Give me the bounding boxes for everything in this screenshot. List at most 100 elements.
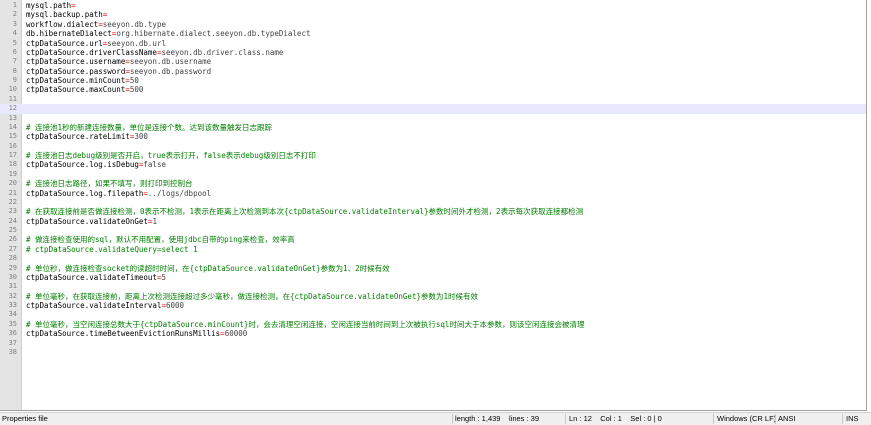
property-key: ctpDataSource.log.isDebug: [26, 160, 139, 170]
line-content: # 单位毫秒，当空闲连接总数大于{ctpDataSource.minCount}…: [26, 320, 584, 329]
code-line[interactable]: 37: [0, 339, 866, 348]
code-line[interactable]: 35 # 单位毫秒，当空闲连接总数大于{ctpDataSource.minCoun…: [0, 320, 866, 329]
property-key: ctpDataSource.username: [26, 57, 126, 67]
code-line[interactable]: 36 ctpDataSource.timeBetweenEvictionRunsM…: [0, 329, 866, 338]
code-line[interactable]: 3 workflow.dialect=seeyon.db.type: [0, 20, 866, 29]
code-line[interactable]: 34: [0, 310, 866, 319]
comment-text: # 做连接检查使用的sql，默认不用配置，使用jdbc自带的ping来检查，效率…: [26, 235, 295, 245]
line-number: 26: [8, 235, 17, 244]
code-line[interactable]: 22: [0, 198, 866, 207]
code-line[interactable]: 27 # ctpDataSource.validateQuery=select 1: [0, 245, 866, 254]
line-content: mysql.backup.path=: [26, 10, 107, 19]
code-line[interactable]: 32 # 单位毫秒，在获取连接前，距离上次检测连接超过多少毫秒，做连接检测，在{c…: [0, 292, 866, 301]
line-content: # 单位毫秒，在获取连接前，距离上次检测连接超过多少毫秒，做连接检测，在{ctp…: [26, 292, 478, 301]
line-number: 29: [8, 263, 17, 272]
line-content: ctpDataSource.minCount=50: [26, 76, 139, 85]
code-line[interactable]: 26 # 做连接检查使用的sql，默认不用配置，使用jdbc自带的ping来检查，…: [0, 235, 866, 244]
code-line[interactable]: 18 ctpDataSource.log.isDebug=false: [0, 160, 866, 169]
code-line[interactable]: 8 ctpDataSource.password=seeyon.db.passwo…: [0, 67, 866, 76]
code-line[interactable]: 17 # 连接池日志debug级别是否开启，true表示打开，false表示deb…: [0, 151, 866, 160]
lines-info: lines : 39: [509, 414, 540, 423]
comment-text: # 连接池日志路径，如果不填写，则打印到控制台: [26, 179, 193, 189]
line-number: 28: [8, 254, 17, 263]
code-line[interactable]: 31: [0, 282, 866, 291]
code-line[interactable]: 29 # 单位秒，做连接检查socket的读超时时间，在{ctpDataSourc…: [0, 264, 866, 273]
property-value: seeyon.db.password: [129, 66, 212, 76]
line-number: 16: [8, 141, 17, 150]
line-content: ctpDataSource.maxCount=500: [26, 85, 143, 94]
code-line[interactable]: 1 mysql.path=: [0, 1, 866, 10]
line-number: 31: [8, 282, 17, 291]
code-line[interactable]: 5 ctpDataSource.url=seeyon.db.url: [0, 39, 866, 48]
line-number: 23: [8, 207, 17, 216]
code-line[interactable]: 15 ctpDataSource.rateLimit=300: [0, 132, 866, 141]
comment-text: # 单位毫秒，在获取连接前，距离上次检测连接超过多少毫秒，做连接检测，在{ctp…: [26, 291, 478, 301]
code-line[interactable]: 14 # 连接池1秒的新建连接数量，单位是连接个数。达到该数量触发日志跟踪: [0, 123, 866, 132]
code-line[interactable]: 23 # 在获取连接前是否做连接检测，0表示不检测，1表示在距离上次检测到本次{c…: [0, 207, 866, 216]
line-number: 15: [8, 132, 17, 141]
code-line[interactable]: 9 ctpDataSource.minCount=50: [0, 76, 866, 85]
line-number: 35: [8, 319, 17, 328]
line-content: # 连接池日志debug级别是否开启，true表示打开，false表示debug…: [26, 151, 316, 160]
line-content: ctpDataSource.driverClassName=seeyon.db.…: [26, 48, 283, 57]
code-line[interactable]: 30 ctpDataSource.validateTimeout=5: [0, 273, 866, 282]
code-line[interactable]: 2 mysql.backup.path=: [0, 10, 866, 19]
eol-format[interactable]: Windows (CR LF): [717, 413, 776, 425]
line-number: 37: [8, 338, 17, 347]
equals-sign: =: [71, 1, 76, 10]
line-number: 8: [12, 66, 17, 75]
property-key: ctpDataSource.minCount: [26, 76, 126, 85]
line-number: 12: [8, 104, 17, 113]
code-line[interactable]: 11: [0, 95, 866, 104]
property-key: workflow.dialect: [26, 19, 99, 29]
code-line[interactable]: 12: [0, 104, 866, 114]
line-number: 25: [8, 226, 17, 234]
line-number: 33: [8, 301, 17, 309]
line-number: 7: [12, 57, 17, 66]
property-value: 50: [129, 76, 139, 85]
property-value: 6000: [165, 301, 185, 310]
line-content: # 做连接检查使用的sql，默认不用配置，使用jdbc自带的ping来检查，效率…: [26, 235, 295, 244]
line-number: 11: [8, 94, 17, 103]
line-number: 19: [8, 169, 17, 178]
line-content: ctpDataSource.log.isDebug=false: [26, 160, 166, 169]
code-line[interactable]: 19: [0, 170, 866, 179]
text-editor[interactable]: 1 mysql.path= 2 mysql.backup.path= 3 workflow…: [0, 0, 867, 411]
code-line[interactable]: 16: [0, 142, 866, 151]
file-type: Properties file: [2, 414, 48, 423]
code-line[interactable]: 20 # 连接池日志路径，如果不填写，则打印到控制台: [0, 179, 866, 188]
code-line[interactable]: 13: [0, 114, 866, 123]
equals-sign: =: [102, 10, 108, 20]
line-content: mysql.path=: [26, 1, 76, 10]
line-content: ctpDataSource.validateTimeout=5: [26, 273, 166, 282]
code-line[interactable]: 21 ctpDataSource.log.filepath=../logs/dbp…: [0, 189, 866, 198]
code-line[interactable]: 4 db.hibernateDialect=org.hibernate.diale…: [0, 29, 866, 38]
code-line[interactable]: 38: [0, 348, 866, 357]
property-key: ctpDataSource.password: [26, 66, 126, 76]
line-content: ctpDataSource.password=seeyon.db.passwor…: [26, 67, 211, 76]
code-line[interactable]: 33 ctpDataSource.validateInterval=6000: [0, 301, 866, 310]
comment-text: # 连接池日志debug级别是否开启，true表示打开，false表示debug…: [26, 151, 316, 160]
line-content: ctpDataSource.rateLimit=300: [26, 132, 148, 141]
property-key: ctpDataSource.timeBetweenEvictionRunsMil…: [26, 329, 221, 339]
code-line[interactable]: 28: [0, 254, 866, 263]
encoding[interactable]: ANSI: [778, 413, 796, 425]
code-line[interactable]: 25: [0, 226, 866, 235]
property-key: ctpDataSource.maxCount: [26, 85, 126, 95]
code-lines: 1 mysql.path= 2 mysql.backup.path= 3 workflow…: [0, 1, 866, 357]
line-number: 38: [8, 347, 17, 356]
line-number: 21: [8, 188, 17, 197]
code-line[interactable]: 7 ctpDataSource.username=seeyon.db.userna…: [0, 57, 866, 66]
code-line[interactable]: 24 ctpDataSource.validateOnGet=1: [0, 217, 866, 226]
property-value: seeyon.db.url: [107, 38, 166, 48]
line-content: # 连接池日志路径，如果不填写，则打印到控制台: [26, 179, 193, 188]
insert-mode[interactable]: INS: [846, 413, 859, 425]
line-number: 9: [12, 76, 17, 84]
line-number: 4: [12, 29, 17, 38]
line-content: ctpDataSource.username=seeyon.db.usernam…: [26, 57, 211, 66]
code-line[interactable]: 10 ctpDataSource.maxCount=500: [0, 85, 866, 94]
code-line[interactable]: 6 ctpDataSource.driverClassName=seeyon.db…: [0, 48, 866, 57]
line-content: ctpDataSource.log.filepath=../logs/dbpoo…: [26, 189, 211, 198]
line-number: 5: [12, 38, 17, 47]
comment-text: # 连接池1秒的新建连接数量，单位是连接个数。达到该数量触发日志跟踪: [26, 122, 273, 132]
